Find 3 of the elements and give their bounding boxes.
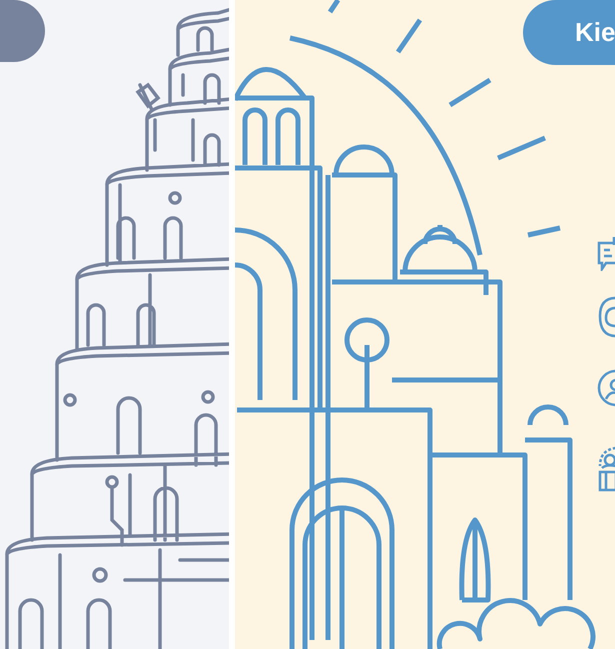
person-icon [596, 446, 615, 492]
language-button[interactable]: Kie [523, 0, 615, 65]
chat-icon [596, 235, 615, 271]
